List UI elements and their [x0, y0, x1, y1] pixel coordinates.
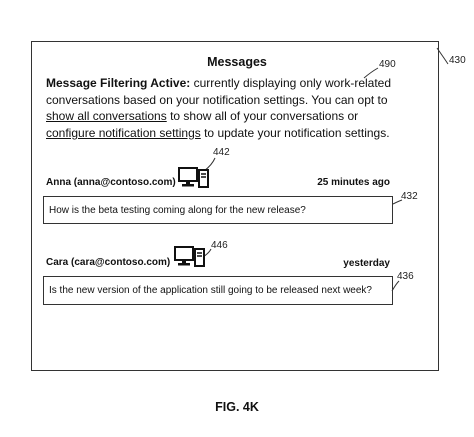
message-text: How is the beta testing coming along for…: [49, 204, 306, 216]
ref-label-490: 490: [379, 59, 396, 70]
figure-label: FIG. 4K: [215, 400, 259, 414]
desktop-computer-icon: [178, 167, 209, 188]
message-text: Is the new version of the application st…: [49, 285, 372, 296]
message-timestamp: yesterday: [343, 258, 390, 269]
message-bubble[interactable]: How is the beta testing coming along for…: [43, 196, 393, 224]
configure-notification-settings-link[interactable]: configure notification settings: [46, 126, 201, 140]
notice-text-3: to update your notification settings.: [200, 125, 390, 140]
desktop-computer-icon: [174, 246, 205, 267]
message-sender: Anna (anna@contoso.com): [46, 177, 176, 188]
ref-label-432: 432: [401, 191, 418, 202]
ref-label-446: 446: [211, 240, 228, 251]
ref-label-436: 436: [397, 271, 414, 282]
message-timestamp: 25 minutes ago: [317, 177, 390, 188]
panel-title: Messages: [207, 55, 267, 69]
message-bubble[interactable]: Is the new version of the application st…: [43, 276, 393, 305]
show-all-conversations-link[interactable]: show all conversations: [46, 109, 167, 123]
notice-heading: Message Filtering Active:: [46, 76, 191, 90]
ref-label-442: 442: [213, 147, 230, 158]
notice-text-2: to show all of your conversations or: [166, 109, 359, 123]
message-sender: Cara (cara@contoso.com): [46, 257, 171, 268]
filtering-notice: Message Filtering Active: currently disp…: [46, 75, 396, 141]
